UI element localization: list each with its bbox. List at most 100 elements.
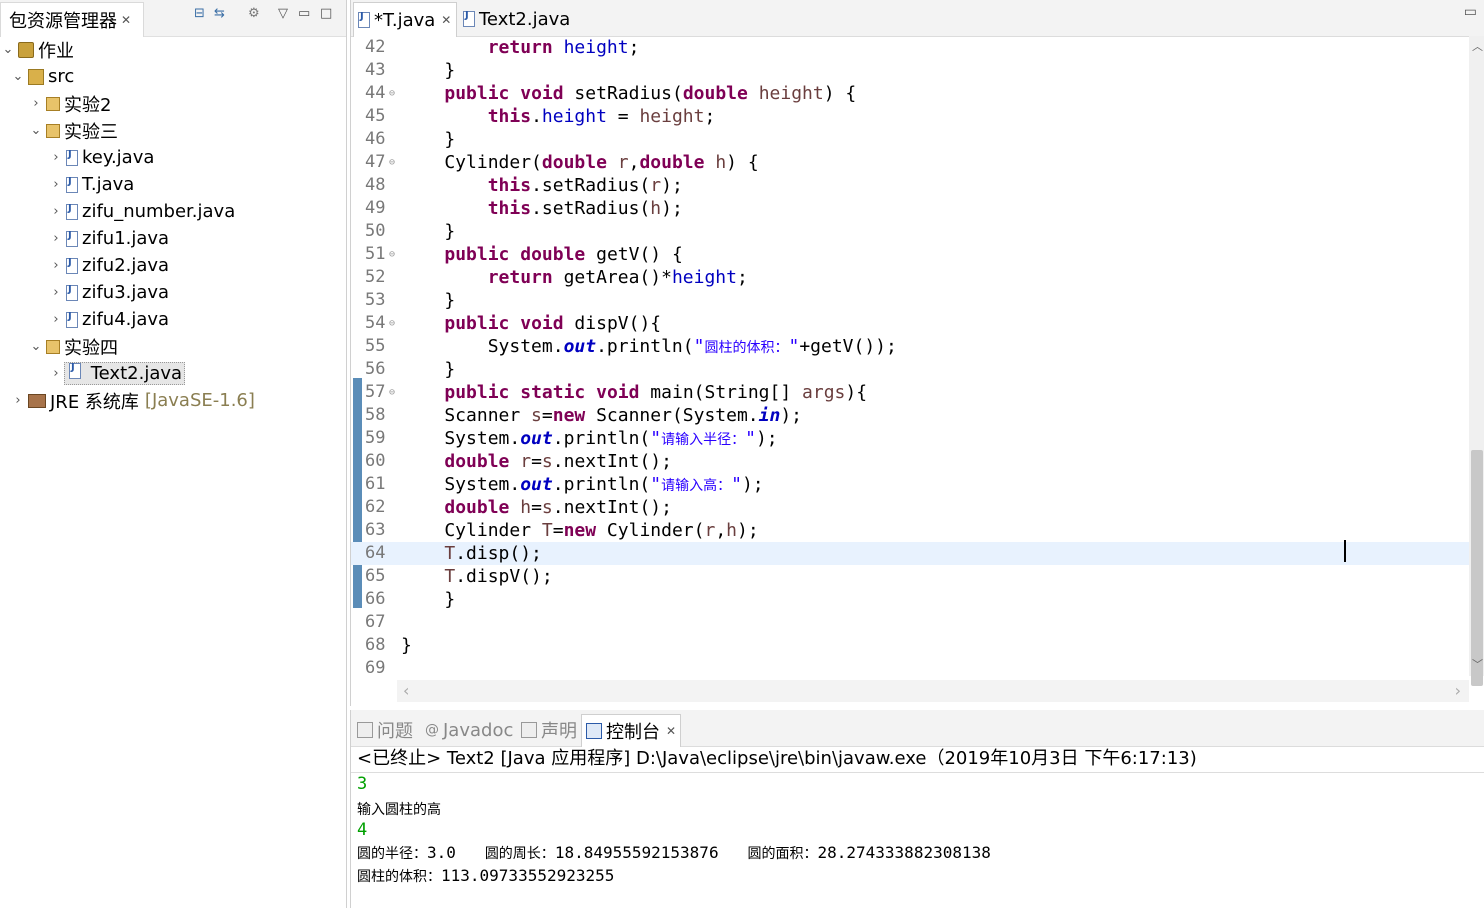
tree-item-package-exp3[interactable]: ⌄ 实验三: [28, 117, 118, 144]
code-line[interactable]: 61 System.out.println("请输入高：");: [351, 473, 1469, 496]
chevron-right-icon[interactable]: ›: [48, 366, 64, 381]
fold-icon[interactable]: ⊖: [389, 82, 395, 105]
chevron-up-icon[interactable]: ︿: [1472, 38, 1483, 54]
chevron-right-icon[interactable]: ›: [28, 96, 44, 111]
chevron-right-icon[interactable]: ›: [48, 231, 64, 246]
code-line[interactable]: 45 this.height = height;: [351, 105, 1469, 128]
code-line[interactable]: 59 System.out.println("请输入半径：");: [351, 427, 1469, 450]
chevron-down-icon[interactable]: ﹀: [1472, 656, 1483, 672]
code-line[interactable]: 42 return height;: [351, 36, 1469, 59]
code-line[interactable]: 65 T.dispV();: [351, 565, 1469, 588]
tree-item-package-exp2[interactable]: › 实验2: [28, 90, 111, 117]
tree-item-file[interactable]: › zifu_number.java: [48, 198, 235, 225]
code-line[interactable]: 58 Scanner s=new Scanner(System.in);: [351, 404, 1469, 427]
code-line-current[interactable]: 64 T.disp();: [351, 542, 1469, 565]
chevron-down-icon[interactable]: ⌄: [28, 339, 44, 354]
chevron-right-icon[interactable]: ›: [48, 312, 64, 327]
code-line[interactable]: 66 }: [351, 588, 1469, 611]
fold-icon[interactable]: ⊖: [389, 243, 395, 266]
tree-item-file[interactable]: › key.java: [48, 144, 154, 171]
code-line[interactable]: 55 System.out.println("圆柱的体积："+getV());: [351, 335, 1469, 358]
tree-item-package-exp4[interactable]: ⌄ 实验四: [28, 333, 118, 360]
tree-item-file[interactable]: › zifu2.java: [48, 252, 169, 279]
tab-text2-java[interactable]: Text2.java: [459, 2, 579, 36]
code-line[interactable]: 47 ⊖ Cylinder(double r,double h) {: [351, 151, 1469, 174]
chevron-right-icon[interactable]: ›: [48, 285, 64, 300]
minimize-icon[interactable]: ▭: [1464, 4, 1477, 20]
tree-item-file[interactable]: › zifu4.java: [48, 306, 169, 333]
code-line[interactable]: 46 }: [351, 128, 1469, 151]
minimize-icon[interactable]: ▭: [298, 6, 310, 21]
console-line[interactable]: 3: [357, 774, 367, 794]
chevron-down-icon[interactable]: ▽: [278, 6, 288, 21]
chevron-right-icon[interactable]: ›: [10, 393, 26, 408]
tab-package-explorer[interactable]: 包资源管理器 ✕: [0, 2, 144, 37]
tree-item-src[interactable]: ⌄ src: [10, 63, 75, 90]
code-line[interactable]: 67: [351, 611, 1469, 634]
code-line[interactable]: 63 Cylinder T=new Cylinder(r,h);: [351, 519, 1469, 542]
tab-console[interactable]: 控制台 ✕: [581, 714, 681, 747]
console-header: <已终止> Text2 [Java 应用程序] D:\Java\eclipse\…: [351, 746, 1484, 773]
code-line[interactable]: 60 double r=s.nextInt();: [351, 450, 1469, 473]
maximize-icon[interactable]: □: [320, 6, 332, 21]
code-text: T.dispV();: [444, 566, 553, 587]
vertical-scrollbar[interactable]: ︿ ﹀: [1469, 36, 1484, 686]
chevron-down-icon[interactable]: ⌄: [0, 42, 16, 57]
package-icon: [46, 123, 60, 138]
code-line[interactable]: 56 }: [351, 358, 1469, 381]
tab-declaration[interactable]: 声明: [517, 714, 579, 746]
chevron-right-icon[interactable]: ›: [48, 177, 64, 192]
jre-version-label: [JavaSE-1.6]: [144, 390, 255, 411]
tree-item-project[interactable]: ⌄ 作业: [0, 36, 74, 63]
chevron-down-icon[interactable]: ⌄: [28, 123, 44, 138]
code-text: T.disp();: [444, 543, 542, 564]
chevron-right-icon[interactable]: ›: [48, 204, 64, 219]
horizontal-scrollbar[interactable]: ‹ ›: [397, 680, 1469, 702]
selected-item[interactable]: Text2.java: [64, 362, 186, 385]
tab-t-java[interactable]: *T.java ✕: [353, 2, 457, 37]
code-line[interactable]: 43 }: [351, 59, 1469, 82]
project-icon: [18, 41, 34, 58]
console-line[interactable]: 圆柱的体积：113.09733552923255: [357, 866, 614, 886]
code-line[interactable]: 44 ⊖ public void setRadius(double height)…: [351, 82, 1469, 105]
code-line[interactable]: 69: [351, 657, 1469, 680]
chevron-right-icon[interactable]: ›: [48, 150, 64, 165]
code-text: public double getV() {: [444, 244, 683, 265]
console-line[interactable]: 输入圆柱的高: [357, 799, 441, 819]
console-line[interactable]: 4: [357, 820, 367, 840]
tree-item-file-selected[interactable]: › Text2.java: [48, 360, 186, 387]
link-editor-icon[interactable]: ⇆: [214, 6, 225, 21]
code-line[interactable]: 54 ⊖ public void dispV(){: [351, 312, 1469, 335]
chevron-right-icon[interactable]: ›: [48, 258, 64, 273]
code-line[interactable]: 48 this.setRadius(r);: [351, 174, 1469, 197]
console-line[interactable]: 圆的半径：3.0 圆的周长：18.84955592153876 圆的面积：28.…: [357, 843, 991, 863]
chevron-right-icon[interactable]: ›: [1455, 681, 1461, 700]
code-line[interactable]: 51 ⊖ public double getV() {: [351, 243, 1469, 266]
tree-item-file[interactable]: › T.java: [48, 171, 134, 198]
code-line[interactable]: 53 }: [351, 289, 1469, 312]
code-line[interactable]: 50 }: [351, 220, 1469, 243]
close-icon[interactable]: ✕: [121, 13, 131, 27]
collapse-all-icon[interactable]: ⊟: [194, 6, 205, 21]
view-menu-icon[interactable]: ⚙: [248, 6, 260, 21]
close-icon[interactable]: ✕: [666, 724, 676, 738]
code-line[interactable]: 57 ⊖ public static void main(String[] arg…: [351, 381, 1469, 404]
tree-item-file[interactable]: › zifu1.java: [48, 225, 169, 252]
close-icon[interactable]: ✕: [441, 13, 451, 27]
code-line[interactable]: 62 double h=s.nextInt();: [351, 496, 1469, 519]
tab-javadoc[interactable]: @ Javadoc: [421, 714, 513, 746]
fold-icon[interactable]: ⊖: [389, 151, 395, 174]
code-line[interactable]: 52 return getArea()*height;: [351, 266, 1469, 289]
chevron-down-icon[interactable]: ⌄: [10, 69, 26, 84]
code-line[interactable]: 49 this.setRadius(h);: [351, 197, 1469, 220]
code-editor: *T.java ✕ Text2.java ▭ 42 return height;…: [350, 0, 1484, 706]
fold-icon[interactable]: ⊖: [389, 381, 395, 404]
fold-icon[interactable]: ⊖: [389, 312, 395, 335]
scrollbar-thumb[interactable]: [1471, 450, 1483, 686]
line-number: 43: [365, 60, 386, 80]
code-line[interactable]: 68}: [351, 634, 1469, 657]
tree-item-jre[interactable]: › JRE 系统库 [JavaSE-1.6]: [10, 387, 255, 414]
tab-problems[interactable]: 问题: [353, 714, 417, 746]
chevron-left-icon[interactable]: ‹: [403, 681, 409, 700]
tree-item-file[interactable]: › zifu3.java: [48, 279, 169, 306]
